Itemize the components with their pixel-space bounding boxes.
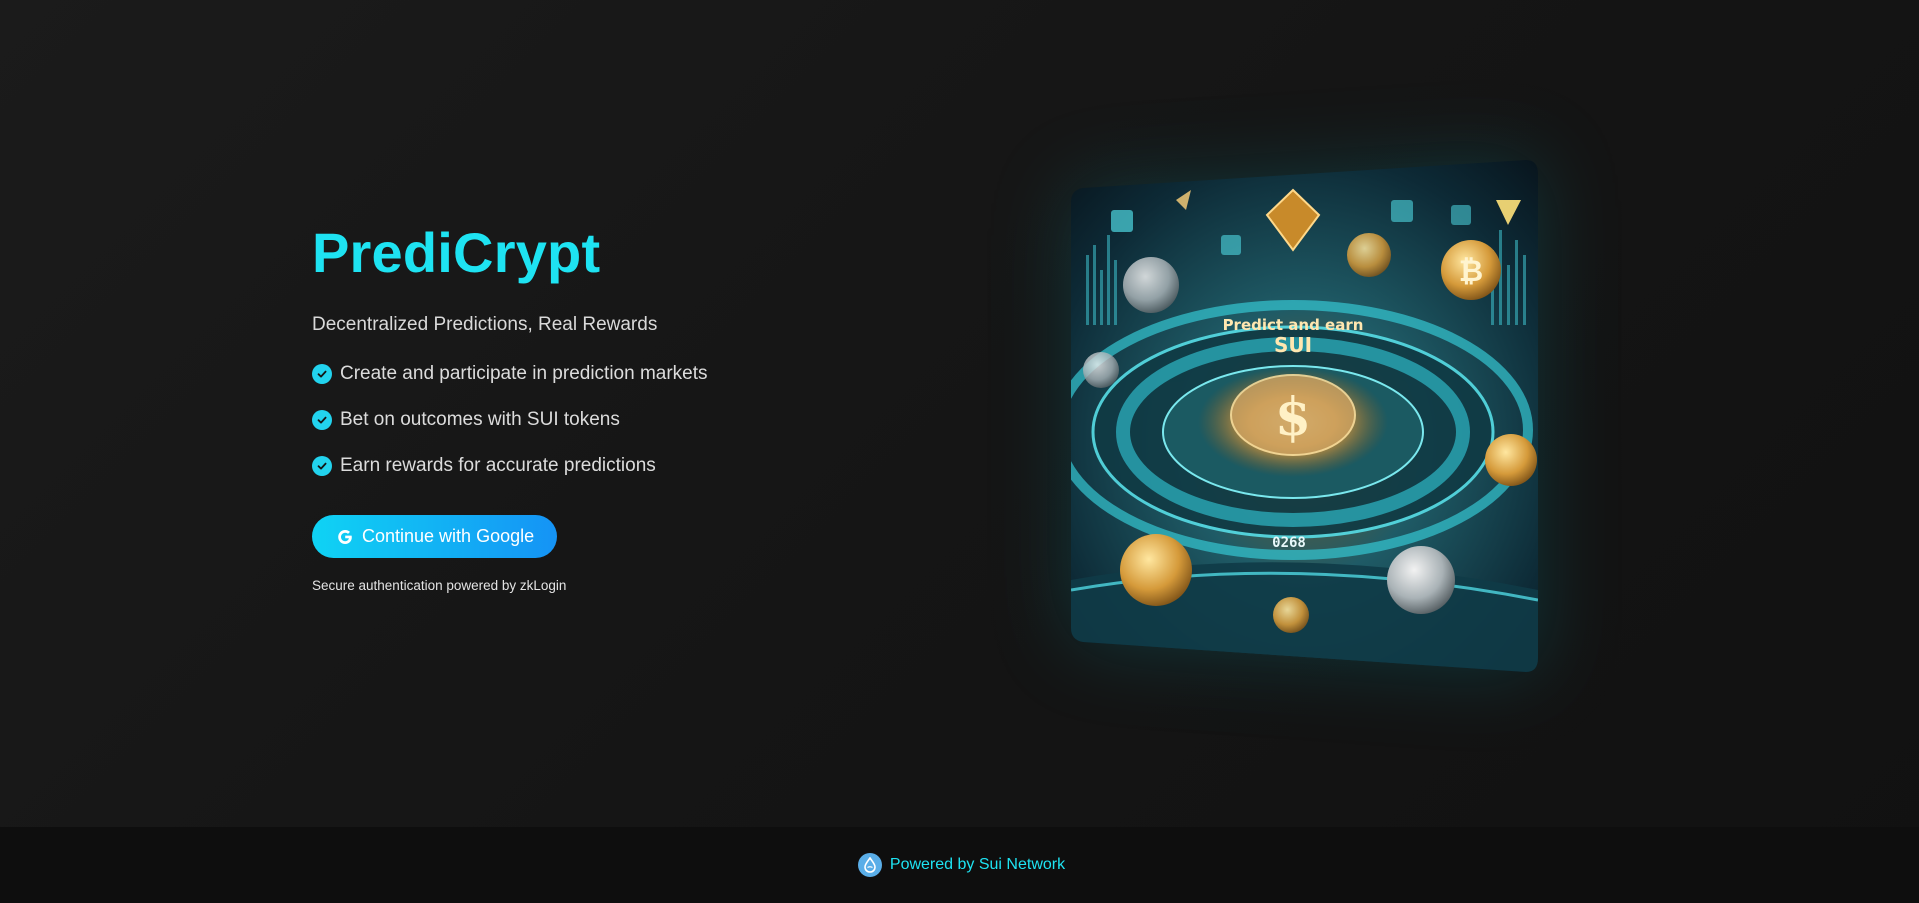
- hero-image: $ Predict and earn SUI 0268 ₿: [1071, 160, 1538, 672]
- hero-caption-line1: Predict and earn: [1223, 316, 1364, 334]
- feature-label: Create and participate in prediction mar…: [340, 363, 708, 384]
- google-login-label: Continue with Google: [362, 526, 535, 546]
- hero-illustration: $ Predict and earn SUI 0268 ₿: [1071, 160, 1538, 672]
- check-circle-icon: [312, 364, 332, 384]
- feature-item: Bet on outcomes with SUI tokens: [312, 407, 832, 433]
- feature-list: Create and participate in prediction mar…: [312, 361, 832, 479]
- tagline: Decentralized Predictions, Real Rewards: [312, 314, 658, 335]
- check-circle-icon: [312, 410, 332, 430]
- footer: Powered by Sui Network: [0, 827, 1919, 903]
- sui-drop-icon: [857, 853, 882, 877]
- login-page: PrediCrypt Decentralized Predictions, Re…: [0, 0, 1919, 903]
- hero-caption-line2: SUI: [1274, 333, 1312, 357]
- dollar-symbol: $: [1275, 387, 1311, 448]
- feature-item: Create and participate in prediction mar…: [312, 361, 832, 387]
- feature-item: Earn rewards for accurate predictions: [312, 453, 832, 479]
- footer-powered-by: Powered by Sui Network: [857, 853, 1066, 877]
- feature-label: Bet on outcomes with SUI tokens: [340, 409, 620, 430]
- auth-note: Secure authentication powered by zkLogin: [312, 578, 567, 593]
- feature-label: Earn rewards for accurate predictions: [340, 455, 656, 476]
- check-circle-icon: [312, 456, 332, 476]
- intro-panel: PrediCrypt Decentralized Predictions, Re…: [312, 215, 832, 593]
- hero-section: PrediCrypt Decentralized Predictions, Re…: [0, 0, 1919, 827]
- google-login-button[interactable]: Continue with Google: [312, 515, 558, 558]
- brand-title: PrediCrypt: [312, 221, 601, 284]
- hero-counter: 0268: [1272, 535, 1306, 551]
- footer-text: Powered by Sui Network: [889, 856, 1066, 873]
- google-icon: [336, 528, 354, 546]
- bitcoin-symbol: ₿: [1459, 254, 1483, 289]
